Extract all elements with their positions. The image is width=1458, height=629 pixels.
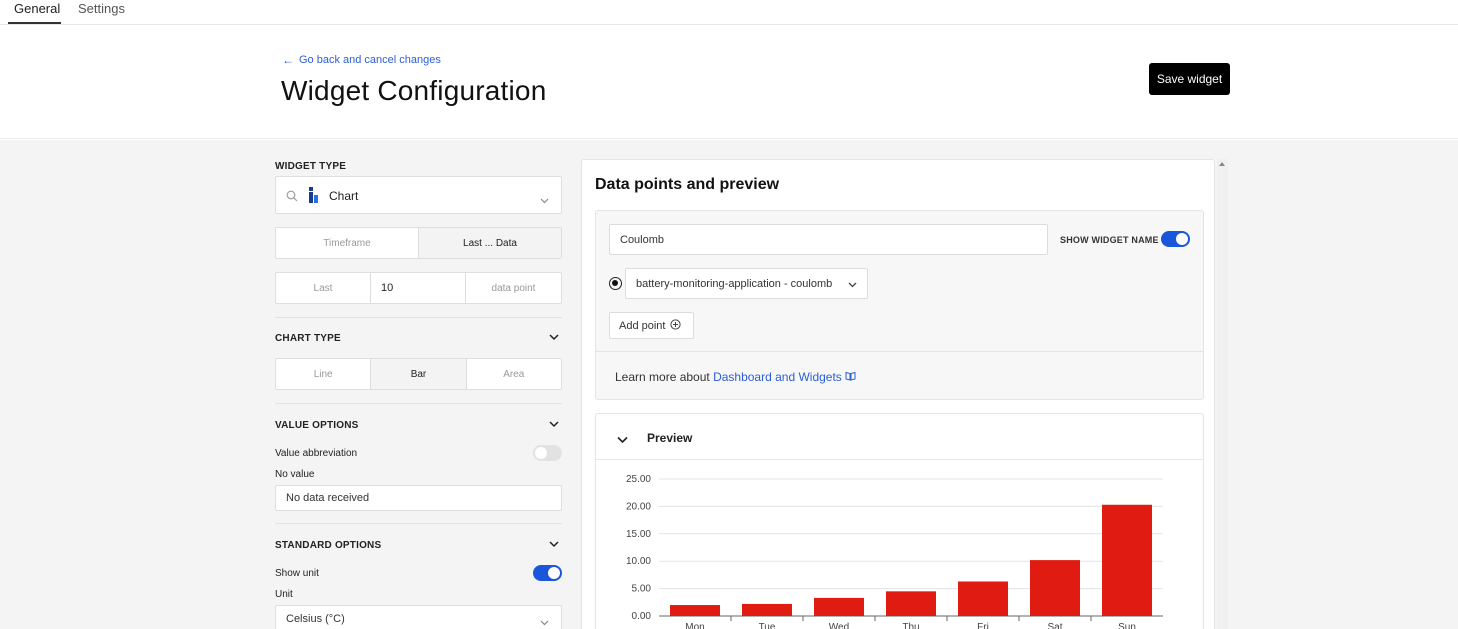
y-tick-label: 10.00 [626, 556, 651, 567]
chevron-down-icon [540, 191, 549, 209]
chart-type-area[interactable]: Area [467, 359, 561, 389]
bar-sun[interactable] [1102, 504, 1152, 616]
learn-more-text: Learn more about Dashboard and Widgets [615, 370, 856, 384]
timeframe-option[interactable]: Timeframe [276, 228, 419, 258]
data-points-panel: Data points and preview Coulomb SHOW WID… [581, 159, 1215, 629]
back-link[interactable]: ← Go back and cancel changes [282, 53, 441, 67]
x-tick-label: Tue [759, 622, 776, 629]
x-tick-label: Fri [977, 622, 989, 629]
preview-title: Preview [647, 431, 693, 445]
bar-sat[interactable] [1030, 560, 1080, 616]
save-widget-button[interactable]: Save widget [1149, 63, 1230, 95]
bar-mon[interactable] [670, 605, 720, 616]
preview-box: Preview 0.00 5.00 10.00 15.00 20.00 25.00 Mon T… [595, 413, 1204, 629]
scroll-up-icon[interactable] [1219, 162, 1225, 166]
data-points-box: Coulomb SHOW WIDGET NAME battery-monitor… [595, 210, 1204, 400]
x-tick-label: Thu [902, 622, 919, 629]
divider [596, 351, 1203, 352]
value-abbreviation-label: Value abbreviation [275, 448, 358, 459]
learn-more-prefix: Learn more about [615, 370, 714, 384]
top-tab-bar: General Settings [0, 0, 1458, 25]
data-point-suffix: data point [491, 282, 536, 294]
chevron-down-icon [540, 617, 549, 629]
datasource-radio[interactable] [609, 277, 622, 290]
panel-title: Data points and preview [595, 176, 780, 193]
chart-type-toggle: Line Bar Area [275, 358, 562, 390]
datasource-select[interactable]: battery-monitoring-application - coulomb [625, 268, 868, 299]
last-data-option[interactable]: Last ... Data [419, 228, 561, 258]
no-value-input[interactable]: No data received [275, 485, 562, 511]
unit-label: Unit [275, 589, 293, 600]
x-tick-label: Mon [685, 622, 704, 629]
show-unit-toggle[interactable] [533, 565, 562, 581]
widget-type-select[interactable]: Chart [275, 176, 562, 214]
dashboard-widgets-link[interactable]: Dashboard and Widgets [713, 370, 842, 384]
x-tick-label: Wed [829, 622, 849, 629]
chart-type-bar[interactable]: Bar [371, 359, 467, 389]
chart-type-label: CHART TYPE [275, 333, 341, 344]
back-link-label: Go back and cancel changes [299, 54, 441, 66]
widget-type-value: Chart [329, 189, 359, 203]
no-value-label: No value [275, 469, 315, 480]
widget-name-input[interactable]: Coulomb [609, 224, 1048, 255]
last-n-row: Last 10 data point [275, 272, 562, 304]
value-abbreviation-toggle[interactable] [533, 445, 562, 461]
bar-tue[interactable] [742, 603, 792, 616]
plus-circle-icon [670, 318, 682, 333]
x-tick-label: Sun [1118, 622, 1136, 629]
x-tick-label: Sat [1047, 622, 1062, 629]
divider [275, 403, 562, 404]
chart-type-icon [306, 187, 320, 209]
page-header: ← Go back and cancel changes Widget Conf… [0, 26, 1458, 139]
widget-type-label: WIDGET TYPE [275, 161, 347, 172]
main-content: WIDGET TYPE Chart Timeframe Last ... Dat… [0, 140, 1458, 629]
show-unit-label: Show unit [275, 568, 319, 579]
chevron-down-icon[interactable] [617, 431, 628, 449]
chart-type-line[interactable]: Line [276, 359, 372, 389]
show-widget-name-label: SHOW WIDGET NAME [1060, 235, 1159, 245]
datasource-value: battery-monitoring-application - coulomb [636, 278, 833, 290]
y-tick-label: 5.00 [632, 584, 652, 595]
bar-wed[interactable] [814, 597, 864, 616]
chevron-down-icon[interactable] [549, 334, 559, 344]
last-n-input[interactable]: 10 [371, 273, 466, 303]
value-options-label: VALUE OPTIONS [275, 420, 359, 431]
timeframe-toggle: Timeframe Last ... Data [275, 227, 562, 259]
last-prefix: Last [276, 273, 371, 303]
y-tick-label: 0.00 [632, 611, 652, 622]
y-tick-label: 15.00 [626, 529, 651, 540]
active-tab-indicator [8, 22, 61, 24]
page-title: Widget Configuration [281, 75, 547, 106]
divider [275, 523, 562, 524]
search-icon [286, 189, 298, 207]
book-icon [845, 370, 856, 384]
preview-header[interactable]: Preview [596, 414, 1203, 460]
y-tick-label: 25.00 [626, 474, 651, 485]
chevron-down-icon [848, 279, 857, 291]
show-widget-name-toggle[interactable] [1161, 231, 1190, 247]
unit-select[interactable]: Celsius (°C) [275, 605, 562, 629]
arrow-left-icon: ← [282, 53, 294, 67]
divider [275, 317, 562, 318]
preview-bar-chart: 0.00 5.00 10.00 15.00 20.00 25.00 Mon Tue Wed Thu… [626, 474, 1163, 629]
unit-value: Celsius (°C) [286, 613, 345, 625]
add-point-label: Add point [619, 319, 666, 332]
standard-options-label: STANDARD OPTIONS [275, 540, 382, 551]
chevron-down-icon[interactable] [549, 541, 559, 551]
add-point-button[interactable]: Add point [609, 312, 694, 339]
y-tick-label: 20.00 [626, 501, 651, 512]
bar-thu[interactable] [886, 591, 936, 616]
scrollbar[interactable] [1217, 159, 1228, 629]
tab-general[interactable]: General [14, 1, 60, 16]
tab-settings[interactable]: Settings [78, 1, 125, 16]
chevron-down-icon[interactable] [549, 421, 559, 431]
bar-fri[interactable] [958, 581, 1008, 616]
